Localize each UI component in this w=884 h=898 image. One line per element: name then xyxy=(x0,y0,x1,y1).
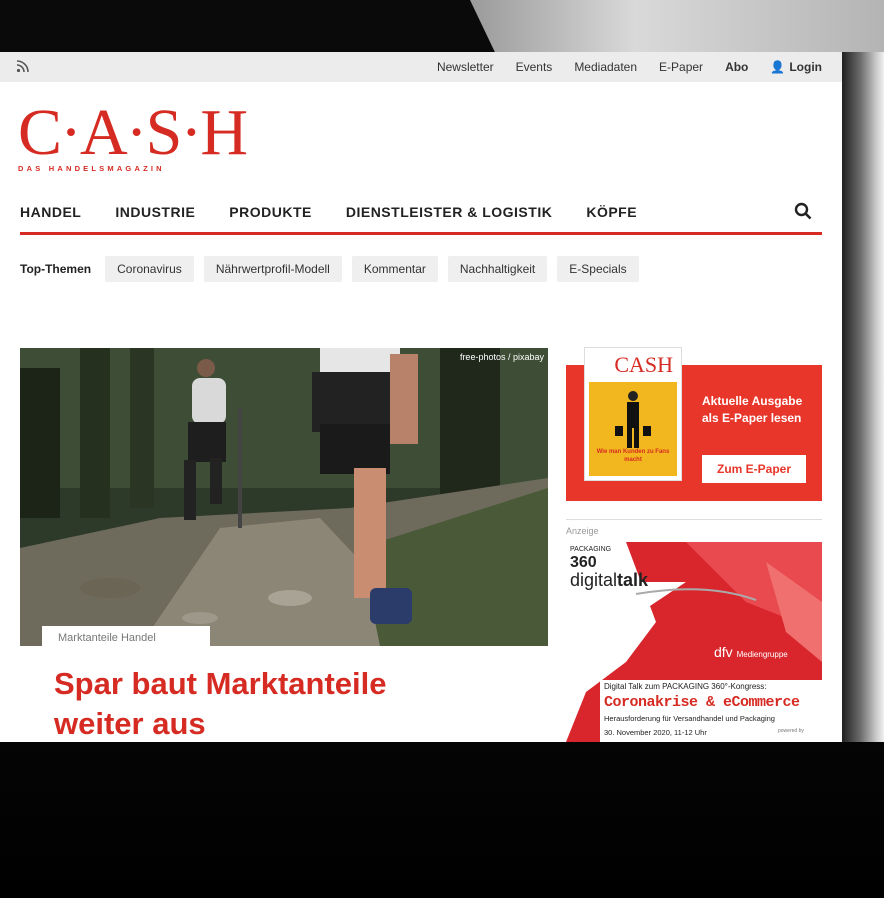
nav-divider xyxy=(20,232,822,235)
ad-date: 30. November 2020, 11-12 Uhr xyxy=(604,728,707,737)
utility-links: Newsletter Events Mediadaten E-Paper Abo… xyxy=(437,60,822,74)
login-link[interactable]: 👤 Login xyxy=(770,60,822,74)
trail-runners-photo xyxy=(20,348,548,646)
cover-artwork: CASH Wie man Kunden zu Fans macht xyxy=(589,352,677,476)
nav-item-produkte[interactable]: PRODUKTE xyxy=(229,204,312,220)
cash-logo[interactable]: C·A·S·H DAS HANDELSMAGAZIN xyxy=(18,96,248,180)
device-bezel-bottom xyxy=(0,742,884,898)
magazine-cover[interactable]: CASH Wie man Kunden zu Fans macht xyxy=(584,347,682,481)
newsletter-link[interactable]: Newsletter xyxy=(437,60,494,74)
dfv-logo: dfv Mediengruppe xyxy=(714,644,788,660)
tablet-device: Newsletter Events Mediadaten E-Paper Abo… xyxy=(0,0,884,898)
main-navigation: HANDEL INDUSTRIE PRODUKTE DIENSTLEISTER … xyxy=(20,204,637,220)
top-themen-label: Top-Themen xyxy=(20,262,92,276)
utility-bar: Newsletter Events Mediadaten E-Paper Abo… xyxy=(0,52,842,82)
events-link[interactable]: Events xyxy=(516,60,553,74)
topic-naehrwertprofil[interactable]: Nährwertprofil-Modell xyxy=(203,256,342,282)
ad-label: Anzeige xyxy=(566,526,599,536)
packaging-360-logo: PACKAGING 360 xyxy=(570,546,611,571)
topic-kommentar[interactable]: Kommentar xyxy=(351,256,438,282)
top-themen-bar: Top-Themen Coronavirus Nährwertprofil-Mo… xyxy=(20,256,639,282)
epaper-link[interactable]: E-Paper xyxy=(659,60,703,74)
digital-talk-logo: digitaltalk xyxy=(570,570,648,591)
mediadaten-link[interactable]: Mediadaten xyxy=(574,60,637,74)
ad-line3: Herausforderung für Versandhandel und Pa… xyxy=(604,714,775,723)
user-icon: 👤 xyxy=(770,60,786,74)
packaging-number: 360 xyxy=(570,554,597,571)
nav-item-handel[interactable]: HANDEL xyxy=(20,204,81,220)
nav-item-industrie[interactable]: INDUSTRIE xyxy=(115,204,195,220)
mediengruppe-word: Mediengruppe xyxy=(736,650,788,659)
digital-word: digital xyxy=(570,570,618,590)
device-bezel-highlight xyxy=(470,0,884,52)
browser-screen: Newsletter Events Mediadaten E-Paper Abo… xyxy=(0,52,842,742)
ad-line1: Digital Talk zum PACKAGING 360°-Kongress… xyxy=(604,682,767,691)
topic-nachhaltigkeit[interactable]: Nachhaltigkeit xyxy=(447,256,548,282)
epaper-teaser[interactable]: CASH Wie man Kunden zu Fans macht Aktuel… xyxy=(566,347,822,501)
search-icon[interactable] xyxy=(794,202,812,220)
abo-link[interactable]: Abo xyxy=(725,60,748,74)
ad-headline: Coronakrise & eCommerce xyxy=(604,694,800,711)
zum-epaper-button[interactable]: Zum E-Paper xyxy=(702,455,806,483)
nav-item-dienstleister[interactable]: DIENSTLEISTER & LOGISTIK xyxy=(346,204,552,220)
talk-word: talk xyxy=(617,570,649,590)
epaper-text: Aktuelle Ausgabe als E-Paper lesen xyxy=(702,394,803,425)
rss-icon[interactable] xyxy=(16,59,30,73)
logo-wordmark: C·A·S·H xyxy=(18,96,248,169)
ad-powered-by: powered by xyxy=(778,728,804,734)
login-label: Login xyxy=(789,60,822,74)
dfv-word: dfv xyxy=(714,644,733,660)
packaging-ad-banner[interactable]: PACKAGING 360 digitaltalk dfv Mediengrup… xyxy=(566,542,822,742)
image-credit: free-photos / pixabay xyxy=(459,352,544,362)
topic-coronavirus[interactable]: Coronavirus xyxy=(105,256,194,282)
article-hero-image[interactable]: free-photos / pixabay xyxy=(20,348,548,646)
article-kicker[interactable]: Marktanteile Handel xyxy=(42,626,210,650)
device-bezel-right xyxy=(842,52,884,742)
sidebar-divider xyxy=(566,519,822,520)
cover-caption: Wie man Kunden zu Fans macht xyxy=(596,449,670,463)
nav-item-koepfe[interactable]: KÖPFE xyxy=(586,204,637,220)
article-headline[interactable]: Spar baut Marktanteile weiter aus xyxy=(54,664,474,742)
topic-especials[interactable]: E-Specials xyxy=(557,256,639,282)
packaging-small: PACKAGING xyxy=(570,546,612,553)
